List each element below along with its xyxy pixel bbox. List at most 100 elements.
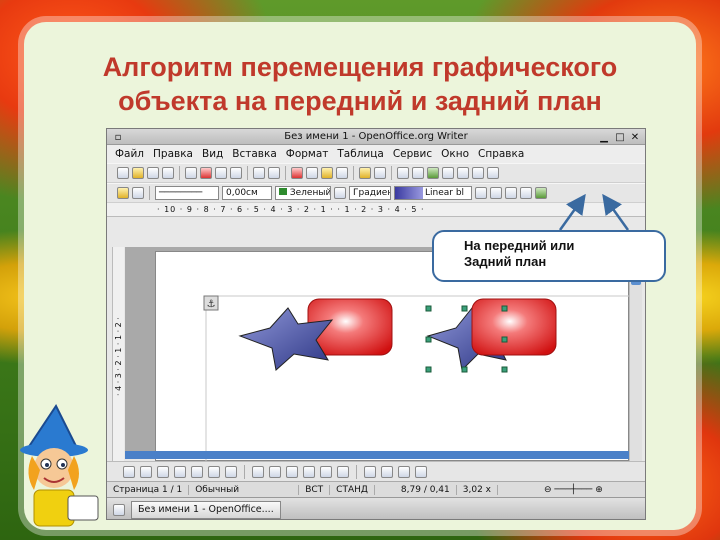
handle[interactable] — [501, 336, 508, 343]
toolbar-separator — [391, 166, 392, 180]
handle[interactable] — [501, 305, 508, 312]
vertical-ruler: · 4 · 3 · 2 · 1 · 1 · 2 · — [112, 247, 124, 467]
gradient-select[interactable]: Linear bl — [394, 186, 472, 200]
stars-icon[interactable] — [337, 465, 349, 478]
writer-window: ▫ Без имени 1 - OpenOffice.org Writer ▁ … — [106, 128, 646, 520]
handle[interactable] — [461, 366, 468, 373]
drawing-canvas: ⚓ — [203, 295, 630, 462]
zoom-slider[interactable]: ⊖ ───┼─── ⊕ — [538, 485, 609, 495]
handle[interactable] — [461, 305, 468, 312]
handle[interactable] — [425, 336, 432, 343]
ellipse-tool-icon[interactable] — [174, 465, 186, 478]
menu-format[interactable]: Формат — [286, 148, 329, 160]
menu-edit[interactable]: Правка — [153, 148, 193, 160]
preview-icon[interactable] — [230, 167, 242, 179]
flowchart-icon[interactable] — [303, 465, 315, 478]
handle[interactable] — [501, 366, 508, 373]
text-icon[interactable] — [208, 465, 220, 478]
title-line-1: Алгоритм перемещения графического — [102, 52, 618, 82]
close-icon[interactable]: ✕ — [628, 130, 642, 145]
symbol-shapes-icon[interactable] — [269, 465, 281, 478]
bring-to-front-icon[interactable] — [505, 187, 517, 199]
show-draw-icon[interactable] — [427, 167, 439, 179]
wizard-character-icon — [20, 404, 99, 527]
menu-view[interactable]: Вид — [202, 148, 223, 160]
hyperlink-icon[interactable] — [397, 167, 409, 179]
block-arrows-icon[interactable] — [286, 465, 298, 478]
send-to-back-icon[interactable] — [520, 187, 532, 199]
callout-box: На передний или Задний план — [432, 230, 666, 282]
new-icon[interactable] — [117, 167, 129, 179]
callout-line-1: На передний или — [464, 238, 575, 253]
red-rectangle-front[interactable] — [471, 298, 557, 356]
line-tool-icon[interactable] — [140, 465, 152, 478]
gallery-icon[interactable] — [457, 167, 469, 179]
paste-icon[interactable] — [321, 167, 333, 179]
to-background-icon[interactable] — [535, 187, 547, 199]
print-icon[interactable] — [215, 167, 227, 179]
rectangle-tool-icon[interactable] — [157, 465, 169, 478]
table-icon[interactable] — [412, 167, 424, 179]
menu-window[interactable]: Окно — [441, 148, 469, 160]
taskbar-window-button[interactable]: Без имени 1 - OpenOffice.... — [131, 500, 281, 519]
cut-icon[interactable] — [291, 167, 303, 179]
toolbar-separator — [356, 464, 357, 479]
extrusion-icon[interactable] — [415, 465, 427, 478]
basic-shapes-icon[interactable] — [252, 465, 264, 478]
undo-icon[interactable] — [359, 167, 371, 179]
callouts-icon[interactable] — [320, 465, 332, 478]
datasource-icon[interactable] — [472, 167, 484, 179]
window-menu-icon[interactable]: ▫ — [111, 130, 125, 145]
menu-insert[interactable]: Вставка — [232, 148, 277, 160]
edit-file-icon[interactable] — [185, 167, 197, 179]
horizontal-scrollbar[interactable] — [125, 451, 629, 459]
slide-title: Алгоритм перемещения графического объект… — [0, 50, 720, 118]
export-pdf-icon[interactable] — [200, 167, 212, 179]
status-size: 3,02 x — [457, 484, 498, 495]
status-style: Обычный — [189, 484, 300, 495]
select-arrow-icon[interactable] — [123, 465, 135, 478]
line-style-select[interactable]: ──────── — [155, 186, 219, 200]
format-paint-icon[interactable] — [336, 167, 348, 179]
show-desktop-icon[interactable] — [113, 503, 125, 516]
toolbar-separator — [285, 166, 286, 180]
copy-icon[interactable] — [306, 167, 318, 179]
maximize-icon[interactable]: □ — [613, 130, 627, 145]
nonprinting-chars-icon[interactable] — [487, 167, 499, 179]
green-swatch — [279, 188, 287, 195]
menu-file[interactable]: Файл — [115, 148, 144, 160]
menu-help[interactable]: Справка — [478, 148, 524, 160]
handle[interactable] — [425, 305, 432, 312]
redo-icon[interactable] — [374, 167, 386, 179]
menu-table[interactable]: Таблица — [337, 148, 383, 160]
handle[interactable] — [425, 366, 432, 373]
line-color-select[interactable]: Зеленый — [275, 186, 331, 200]
autospell-icon[interactable] — [268, 167, 280, 179]
area-icon[interactable] — [334, 187, 346, 199]
wrap-icon[interactable] — [132, 187, 144, 199]
from-file-icon[interactable] — [398, 465, 410, 478]
rotate-icon[interactable] — [490, 187, 502, 199]
fontwork-icon[interactable] — [381, 465, 393, 478]
open-icon[interactable] — [132, 167, 144, 179]
fill-style-select[interactable]: Градиен — [349, 186, 391, 200]
email-icon[interactable] — [162, 167, 174, 179]
status-insert[interactable]: ВСТ — [299, 484, 331, 495]
callout-line-2: Задний план — [464, 254, 547, 269]
points-icon[interactable] — [364, 465, 376, 478]
spellcheck-icon[interactable] — [253, 167, 265, 179]
minimize-icon[interactable]: ▁ — [597, 130, 611, 145]
anchor-icon[interactable] — [117, 187, 129, 199]
menu-tools[interactable]: Сервис — [393, 148, 432, 160]
shadow-icon[interactable] — [475, 187, 487, 199]
status-mode[interactable]: СТАНД — [330, 484, 375, 495]
callout-tool-icon[interactable] — [225, 465, 237, 478]
horizontal-ruler: · 10 · 9 · 8 · 7 · 6 · 5 · 4 · 3 · 2 · 1… — [107, 203, 645, 217]
navigator-icon[interactable] — [442, 167, 454, 179]
document-page[interactable]: ⚓ — [155, 251, 630, 462]
window-title: Без имени 1 - OpenOffice.org Writer — [284, 131, 468, 142]
menu-bar: Файл Правка Вид Вставка Формат Таблица С… — [107, 145, 645, 163]
save-icon[interactable] — [147, 167, 159, 179]
line-width-field[interactable]: 0,00см — [222, 186, 272, 200]
curve-tool-icon[interactable] — [191, 465, 203, 478]
